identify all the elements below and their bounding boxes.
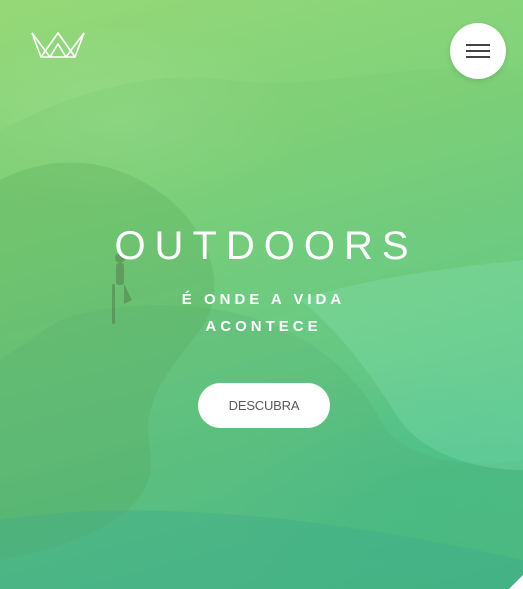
hamburger-icon [466, 44, 490, 58]
top-navigation-bar [0, 0, 523, 100]
hero-section: OUTDOORS É ONDE A VIDA ACONTECE DESCUBRA [0, 0, 523, 589]
menu-button[interactable] [450, 23, 506, 79]
corner-notch [509, 575, 523, 589]
discover-button[interactable]: DESCUBRA [198, 383, 330, 428]
crown-icon[interactable] [30, 30, 86, 60]
hero-subtitle: É ONDE A VIDA ACONTECE [181, 291, 346, 335]
hero-text-block: OUTDOORS É ONDE A VIDA ACONTECE [0, 222, 523, 340]
hero-title: OUTDOORS [114, 224, 418, 268]
